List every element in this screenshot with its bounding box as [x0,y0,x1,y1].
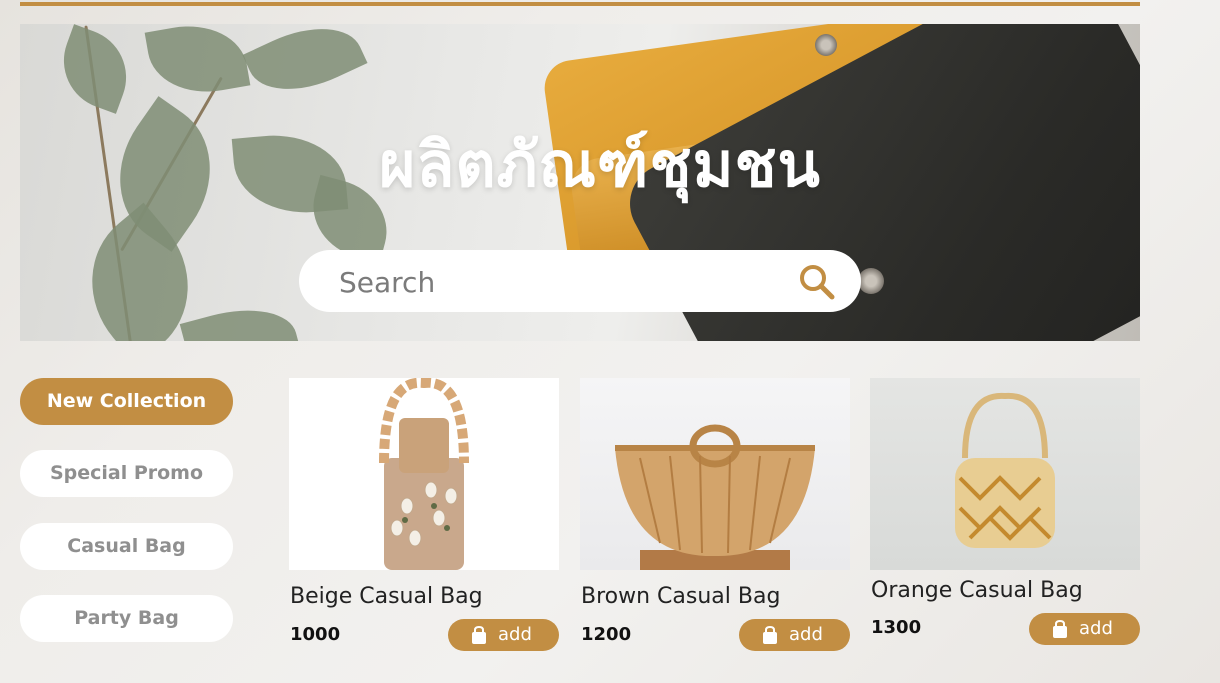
search-icon[interactable] [799,264,835,300]
add-label: add [498,624,532,645]
product-name: Orange Casual Bag [871,578,1083,603]
category-party-bag[interactable]: Party Bag [20,595,233,642]
add-to-cart-button[interactable]: add [448,619,559,651]
add-label: add [1079,618,1113,639]
product-name: Brown Casual Bag [581,584,781,609]
category-casual-bag[interactable]: Casual Bag [20,523,233,570]
product-image[interactable] [289,378,559,570]
category-special-promo[interactable]: Special Promo [20,450,233,497]
top-accent-line [20,2,1140,6]
product-name: Beige Casual Bag [290,584,483,609]
add-to-cart-button[interactable]: add [1029,613,1140,645]
shopping-bag-icon [472,626,486,644]
add-label: add [789,624,823,645]
shopping-bag-icon [763,626,777,644]
category-new-collection[interactable]: New Collection [20,378,233,425]
product-image[interactable] [870,378,1140,570]
product-price: 1200 [581,624,632,645]
product-price: 1300 [871,617,922,638]
search-input[interactable] [337,260,781,304]
product-image[interactable] [580,378,850,570]
shopping-bag-icon [1053,620,1067,638]
product-price: 1000 [290,624,341,645]
hero-title: ผลิตภัณฑ์ชุมชน [379,128,821,201]
add-to-cart-button[interactable]: add [739,619,850,651]
search-bar[interactable] [299,250,861,312]
